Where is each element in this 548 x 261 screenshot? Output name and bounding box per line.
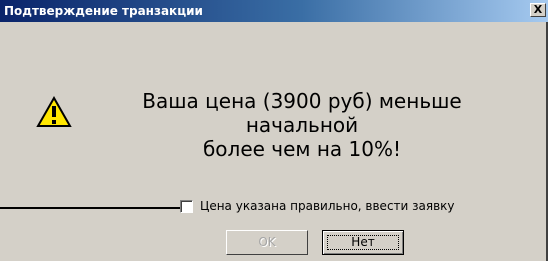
ok-button[interactable]: OK xyxy=(226,230,308,255)
close-icon: X xyxy=(533,3,543,16)
no-button-label: Нет xyxy=(351,235,375,249)
dialog-titlebar[interactable]: Подтверждение транзакции X xyxy=(0,0,548,22)
close-button[interactable]: X xyxy=(530,3,546,17)
warning-message: Ваша цена (3900 руб) меньше начальной бо… xyxy=(142,89,462,161)
warning-icon xyxy=(36,96,72,127)
pointer-line xyxy=(0,207,180,209)
confirm-price-checkbox[interactable] xyxy=(180,200,193,213)
confirm-price-checkbox-label[interactable]: Цена указана правильно, ввести заявку xyxy=(200,198,455,214)
dialog-title: Подтверждение транзакции xyxy=(4,4,203,18)
ok-button-label: OK xyxy=(258,235,276,249)
transaction-confirmation-dialog: Подтверждение транзакции X Ваша цена (39… xyxy=(0,0,548,261)
screen: Подтверждение транзакции X Ваша цена (39… xyxy=(0,0,548,261)
no-button[interactable]: Нет xyxy=(322,230,404,255)
